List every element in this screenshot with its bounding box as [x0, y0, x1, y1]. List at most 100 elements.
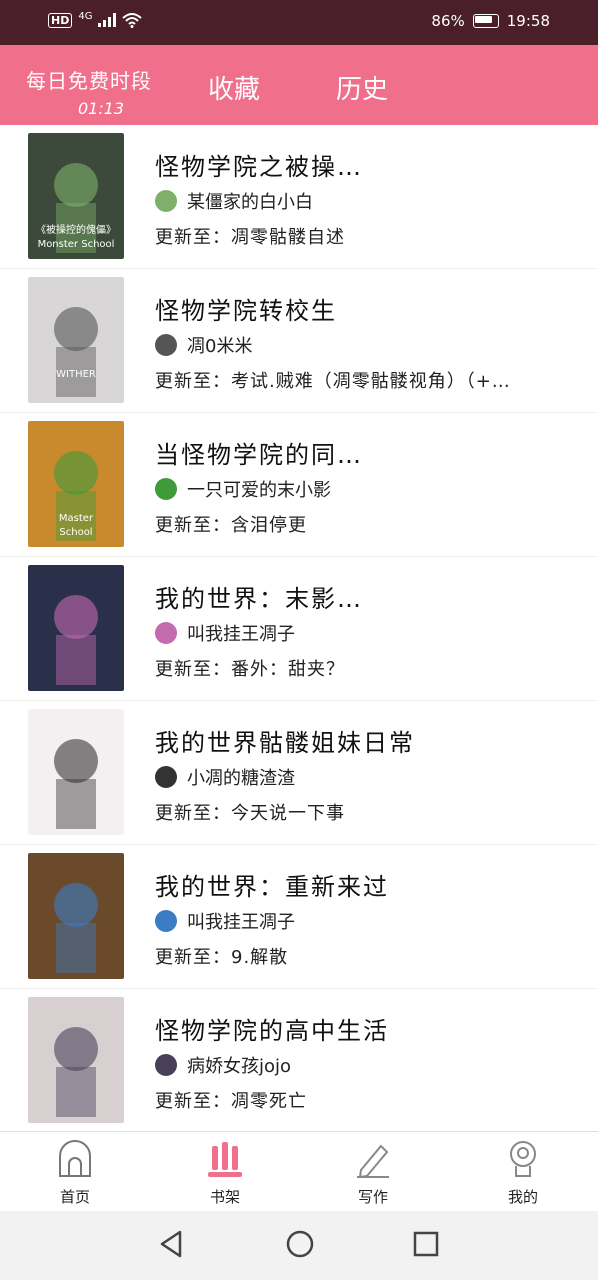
author-name: 某僵家的白小白: [187, 192, 313, 213]
recents-icon[interactable]: [412, 1229, 440, 1259]
book-cover[interactable]: [28, 709, 124, 835]
profile-icon: [510, 1141, 536, 1177]
free-period-countdown: 01:13: [78, 99, 125, 118]
author-avatar: [155, 334, 177, 356]
author-avatar: [155, 190, 177, 212]
book-row[interactable]: 我的世界：重新来过叫我挂王凋子更新至：9.解散: [0, 845, 598, 989]
author-name: 叫我挂王凋子: [187, 912, 295, 933]
latest-update: 更新至：今天说一下事: [155, 799, 345, 825]
book-title[interactable]: 我的世界：重新来过: [155, 867, 389, 902]
book-author: 某僵家的白小白: [155, 189, 313, 213]
home-circle-icon[interactable]: [285, 1229, 315, 1259]
book-row[interactable]: 我的世界：末影… 叫我挂王凋子更新至：番外：甜夹？: [0, 557, 598, 701]
status-right: 86% 19:58: [431, 12, 550, 30]
bottom-nav: 首页 书架 写作 我的: [0, 1131, 598, 1212]
update-prefix: 更新至：: [155, 1091, 231, 1112]
status-left: HD 4G: [48, 10, 143, 28]
cover-text: 《被操控的傀儡》: [36, 223, 116, 236]
cover-image: [28, 853, 124, 979]
update-chapter: 番外：甜夹？: [231, 659, 345, 680]
nav-profile[interactable]: 我的: [473, 1132, 573, 1212]
latest-update: 更新至：9.解散: [155, 943, 288, 969]
book-cover[interactable]: WITHER: [28, 277, 124, 403]
cover-image: Master School: [28, 421, 124, 547]
latest-update: 更新至：考试.贼难（凋零骷髅视角）（+…: [155, 367, 511, 393]
book-row[interactable]: 怪物学院的高中生活病娇女孩jojo 更新至：凋零死亡: [0, 989, 598, 1133]
author-avatar: [155, 478, 177, 500]
update-chapter: 今天说一下事: [231, 803, 345, 824]
network-label: 4G: [78, 10, 93, 22]
update-prefix: 更新至：: [155, 659, 231, 680]
nav-write-label: 写作: [357, 1188, 388, 1206]
author-name: 凋0米米: [187, 336, 253, 357]
back-icon[interactable]: [158, 1229, 184, 1259]
update-chapter: 9.解散: [231, 947, 289, 968]
author-name: 一只可爱的末小影: [187, 480, 331, 501]
cover-text: School: [59, 527, 92, 538]
latest-update: 更新至：含泪停更: [155, 511, 307, 537]
book-cover[interactable]: Master School: [28, 421, 124, 547]
update-prefix: 更新至：: [155, 227, 231, 248]
nav-home-label: 首页: [59, 1188, 90, 1206]
book-cover[interactable]: [28, 853, 124, 979]
free-period-label[interactable]: 每日免费时段: [26, 65, 152, 94]
latest-update: 更新至：凋零骷髅自述: [155, 223, 345, 249]
author-name: 病娇女孩jojo: [187, 1056, 292, 1077]
nav-write[interactable]: 写作: [323, 1132, 423, 1212]
update-prefix: 更新至：: [155, 515, 231, 536]
book-author: 一只可爱的末小影: [155, 477, 331, 501]
book-row[interactable]: 我的世界骷髅姐妹日常小凋的糖渣渣更新至：今天说一下事: [0, 701, 598, 845]
battery-percent: 86%: [431, 12, 465, 30]
cover-text: WITHER: [56, 369, 96, 380]
signal-icon: [98, 13, 117, 27]
nav-home[interactable]: 首页: [25, 1132, 125, 1212]
system-nav-bar: [0, 1211, 598, 1280]
cover-image: WITHER: [28, 277, 124, 403]
author-avatar: [155, 622, 177, 644]
nav-bookshelf-label: 书架: [209, 1188, 240, 1206]
book-author: 叫我挂王凋子: [155, 909, 295, 933]
cover-image: [28, 709, 124, 835]
update-chapter: 凋零死亡: [231, 1091, 307, 1112]
update-chapter: 凋零骷髅自述: [231, 227, 345, 248]
cover-image: 《被操控的傀儡》 Monster School: [28, 133, 124, 259]
book-cover[interactable]: 《被操控的傀儡》 Monster School: [28, 133, 124, 259]
book-title[interactable]: 怪物学院转校生: [155, 291, 337, 326]
tab-favorites[interactable]: 收藏: [208, 69, 260, 106]
update-prefix: 更新至：: [155, 371, 231, 392]
cover-text: Monster School: [38, 239, 115, 250]
book-title[interactable]: 我的世界骷髅姐妹日常: [155, 723, 415, 758]
update-chapter: 考试.贼难（凋零骷髅视角）（+…: [231, 371, 511, 392]
bookshelf-list: 《被操控的傀儡》 Monster School 怪物学院之被操… 某僵家的白小白更新至…: [0, 125, 598, 1133]
author-name: 叫我挂王凋子: [187, 624, 295, 645]
bookshelf-icon: [208, 1142, 242, 1177]
book-author: 病娇女孩jojo: [155, 1053, 291, 1077]
cover-image: [28, 997, 124, 1123]
status-bar: HD 4G 86% 19:58: [0, 0, 598, 45]
book-row[interactable]: Master School 当怪物学院的同… 一只可爱的末小影更新至：含泪停更: [0, 413, 598, 557]
book-title[interactable]: 怪物学院之被操…: [155, 147, 363, 182]
book-cover[interactable]: [28, 565, 124, 691]
update-chapter: 含泪停更: [231, 515, 307, 536]
update-prefix: 更新至：: [155, 803, 231, 824]
wifi-icon: [122, 13, 143, 28]
book-author: 凋0米米: [155, 333, 252, 357]
book-title[interactable]: 怪物学院的高中生活: [155, 1011, 389, 1046]
book-row[interactable]: WITHER 怪物学院转校生凋0米米更新至：考试.贼难（凋零骷髅视角）（+…: [0, 269, 598, 413]
cover-image: [28, 565, 124, 691]
cover-text: Master: [59, 513, 94, 524]
nav-profile-label: 我的: [507, 1188, 538, 1206]
author-name: 小凋的糖渣渣: [187, 768, 295, 789]
tab-history[interactable]: 历史: [336, 69, 388, 106]
author-avatar: [155, 910, 177, 932]
battery-icon: [472, 14, 499, 28]
latest-update: 更新至：凋零死亡: [155, 1087, 307, 1113]
book-title[interactable]: 我的世界：末影…: [155, 579, 363, 614]
home-icon: [59, 1140, 91, 1177]
book-cover[interactable]: [28, 997, 124, 1123]
book-title[interactable]: 当怪物学院的同…: [155, 435, 363, 470]
book-row[interactable]: 《被操控的傀儡》 Monster School 怪物学院之被操… 某僵家的白小白更新至…: [0, 125, 598, 269]
nav-bookshelf[interactable]: 书架: [175, 1132, 275, 1212]
top-header: 每日免费时段 01:13 收藏 历史: [0, 45, 598, 125]
clock: 19:58: [506, 12, 550, 30]
